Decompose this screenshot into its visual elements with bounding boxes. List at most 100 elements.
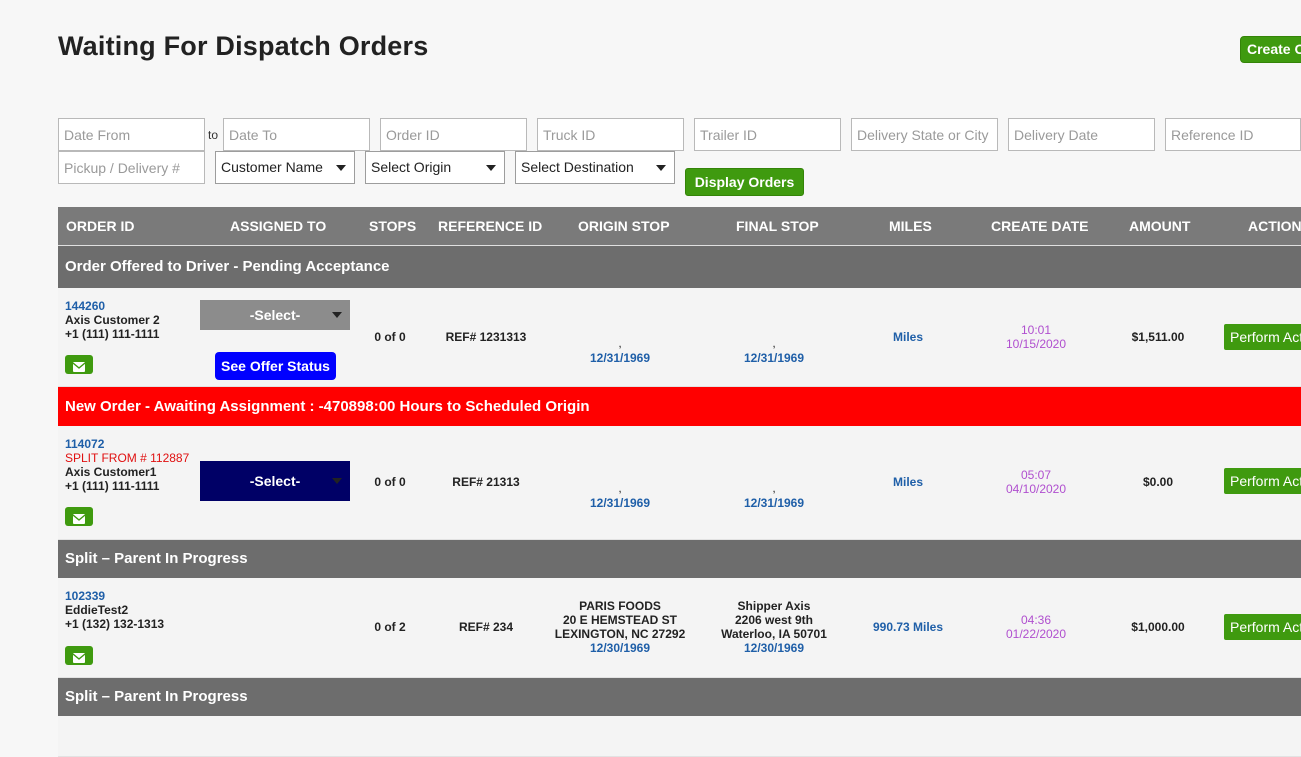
assign-driver-select[interactable]: -Select- [200, 461, 350, 501]
final-stop-date: 12/30/1969 [743, 641, 805, 655]
orders-table: ORDER ID ASSIGNED TO STOPS REFERENCE ID … [58, 207, 1301, 757]
create-time: 10:01 [1020, 323, 1052, 337]
amount-value: $0.00 [1142, 475, 1174, 489]
table-row [58, 716, 1301, 757]
customer-phone: +1 (111) 111-1111 [65, 327, 160, 341]
create-time: 05:07 [1020, 468, 1052, 482]
table-header: ORDER ID ASSIGNED TO STOPS REFERENCE ID … [58, 207, 1301, 246]
group-header-split-parent: Split – Parent In Progress [58, 678, 1301, 716]
stops-count: 0 of 0 [374, 475, 406, 489]
pickup-delivery-input[interactable] [58, 151, 205, 184]
final-stop-date: 12/31/1969 [743, 351, 805, 365]
group-header-split-parent: Split – Parent In Progress [58, 540, 1301, 578]
customer-name: Axis Customer 2 [65, 313, 160, 327]
create-date: 04/10/2020 [1005, 482, 1067, 496]
chevron-down-icon [332, 312, 342, 318]
customer-name: EddieTest2 [65, 603, 129, 617]
create-date: 01/22/2020 [1005, 627, 1067, 641]
order-id-input[interactable] [380, 118, 527, 151]
origin-stop-city: LEXINGTON, NC 27292 [554, 627, 686, 641]
customer-name-select[interactable]: Customer Name [215, 151, 355, 184]
email-button[interactable] [65, 355, 93, 374]
reference-id: REF# 1231313 [445, 330, 527, 344]
email-button[interactable] [65, 507, 93, 526]
origin-stop-address: , [618, 481, 622, 495]
origin-stop-date: 12/30/1969 [589, 641, 651, 655]
customer-phone: +1 (132) 132-1313 [65, 617, 165, 631]
destination-select[interactable]: Select Destination [515, 151, 675, 184]
create-order-button[interactable]: Create Order [1240, 36, 1301, 63]
final-stop-date: 12/31/1969 [743, 496, 805, 510]
final-stop-address: , [772, 336, 776, 350]
origin-stop-street: 20 E HEMSTEAD ST [562, 613, 678, 627]
amount-value: $1,000.00 [1131, 620, 1185, 634]
origin-select[interactable]: Select Origin [365, 151, 505, 184]
page-title: Waiting For Dispatch Orders [58, 31, 429, 61]
customer-name-select-value: Customer Name [221, 159, 323, 175]
customer-name: Axis Customer1 [65, 465, 157, 479]
assign-driver-select[interactable]: -Select- [200, 300, 350, 330]
stops-count: 0 of 0 [374, 330, 406, 344]
assign-driver-select-value: -Select- [249, 473, 301, 489]
final-stop-address: , [772, 481, 776, 495]
header-order-id[interactable]: ORDER ID [66, 207, 134, 245]
header-create-date[interactable]: CREATE DATE [991, 207, 1088, 245]
group-header-new-order: New Order - Awaiting Assignment : -47089… [58, 387, 1301, 426]
origin-stop-date: 12/31/1969 [589, 496, 651, 510]
final-stop-city: Waterloo, IA 50701 [721, 627, 827, 641]
destination-select-value: Select Destination [521, 159, 634, 175]
origin-stop-address: , [618, 336, 622, 350]
chevron-down-icon [336, 164, 346, 171]
see-offer-status-button[interactable]: See Offer Status [215, 352, 336, 380]
table-row: 114072 SPLIT FROM # 112887 Axis Customer… [58, 426, 1301, 540]
chevron-down-icon [656, 164, 666, 171]
stops-count: 0 of 2 [374, 620, 406, 634]
miles-value: Miles [892, 330, 923, 344]
order-id-link[interactable]: 102339 [65, 589, 105, 603]
header-stops[interactable]: STOPS [369, 207, 416, 245]
origin-select-value: Select Origin [371, 159, 452, 175]
header-amount[interactable]: AMOUNT [1129, 207, 1190, 245]
display-orders-button[interactable]: Display Orders [685, 168, 804, 196]
envelope-icon [73, 513, 85, 524]
origin-stop-name: PARIS FOODS [579, 599, 661, 613]
perform-action-button[interactable]: Perform Action [1224, 468, 1301, 494]
chevron-down-icon [486, 164, 496, 171]
assign-driver-select-value: -Select- [249, 307, 301, 323]
delivery-state-city-input[interactable] [851, 118, 998, 151]
header-miles[interactable]: MILES [889, 207, 932, 245]
header-origin-stop[interactable]: ORIGIN STOP [578, 207, 670, 245]
date-to-input[interactable] [223, 118, 370, 151]
origin-stop-date: 12/31/1969 [589, 351, 651, 365]
header-action[interactable]: ACTION [1248, 207, 1301, 245]
chevron-down-icon [332, 478, 342, 484]
order-id-link[interactable]: 144260 [65, 299, 105, 313]
delivery-date-input[interactable] [1008, 118, 1155, 151]
table-row: 144260 Axis Customer 2 +1 (111) 111-1111… [58, 288, 1301, 387]
perform-action-button[interactable]: Perform Action [1224, 614, 1301, 640]
date-range-to-label: to [208, 128, 219, 142]
split-from-label: SPLIT FROM # 112887 [65, 451, 190, 465]
reference-id: REF# 21313 [452, 475, 520, 489]
envelope-icon [73, 652, 85, 663]
trailer-id-input[interactable] [694, 118, 841, 151]
table-row: 102339 EddieTest2 +1 (132) 132-1313 0 of… [58, 578, 1301, 678]
group-header-offered: Order Offered to Driver - Pending Accept… [58, 246, 1301, 288]
miles-value: 990.73 Miles [872, 620, 944, 634]
order-id-link[interactable]: 114072 [65, 437, 104, 451]
perform-action-button[interactable]: Perform Action [1224, 324, 1301, 350]
truck-id-input[interactable] [537, 118, 684, 151]
customer-phone: +1 (111) 111-1111 [65, 479, 160, 493]
miles-value: Miles [892, 475, 923, 489]
header-final-stop[interactable]: FINAL STOP [736, 207, 819, 245]
reference-id: REF# 234 [458, 620, 514, 634]
date-from-input[interactable] [58, 118, 205, 151]
amount-value: $1,511.00 [1131, 330, 1185, 344]
email-button[interactable] [65, 646, 93, 665]
envelope-icon [73, 361, 85, 372]
reference-id-input[interactable] [1165, 118, 1301, 151]
final-stop-name: Shipper Axis [737, 599, 811, 613]
header-reference-id[interactable]: REFERENCE ID [438, 207, 542, 245]
create-time: 04:36 [1020, 613, 1052, 627]
header-assigned-to[interactable]: ASSIGNED TO [230, 207, 326, 245]
